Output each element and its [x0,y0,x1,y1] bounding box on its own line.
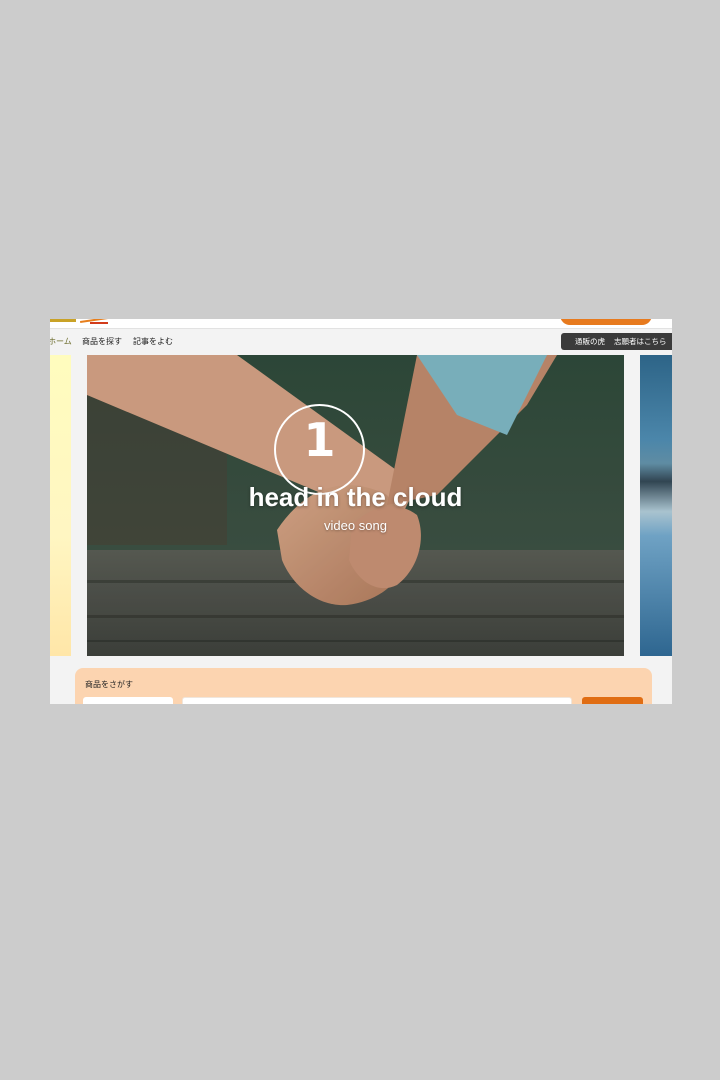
search-button[interactable] [582,697,643,704]
global-nav: ホーム 商品を探す 記事をよむ 通販の虎 志願者はこちら [50,330,672,354]
site-logo[interactable] [50,319,110,325]
browser-viewport: ホーム 商品を探す 記事をよむ 通販の虎 志願者はこちら 1 head in t… [50,319,672,704]
carousel-next-slide[interactable] [640,355,672,656]
nav-read-articles-link[interactable]: 記事をよむ [133,336,173,347]
site-header [50,319,672,329]
header-cta-button[interactable] [560,319,652,325]
nav-search-products-link[interactable]: 商品を探す [82,336,122,347]
product-search-panel: 商品をさがす [75,668,652,704]
slide-subtitle: video song [324,518,387,533]
slide-title: head in the cloud [248,482,463,512]
slide-number: 1 [303,413,336,467]
product-search-label: 商品をさがす [85,680,133,689]
applicant-banner-label: 志願者はこちら [614,337,667,346]
hero-carousel: 1 head in the cloud video song [50,355,672,656]
search-input[interactable] [182,697,572,704]
carousel-active-slide[interactable]: 1 head in the cloud video song [87,355,624,656]
applicant-banner-brand: 通販の虎 [575,337,605,346]
applicant-banner-button[interactable]: 通販の虎 志願者はこちら [561,333,672,350]
carousel-prev-slide[interactable] [50,355,71,656]
category-select[interactable] [83,697,173,704]
nav-home-link[interactable]: ホーム [50,336,72,347]
